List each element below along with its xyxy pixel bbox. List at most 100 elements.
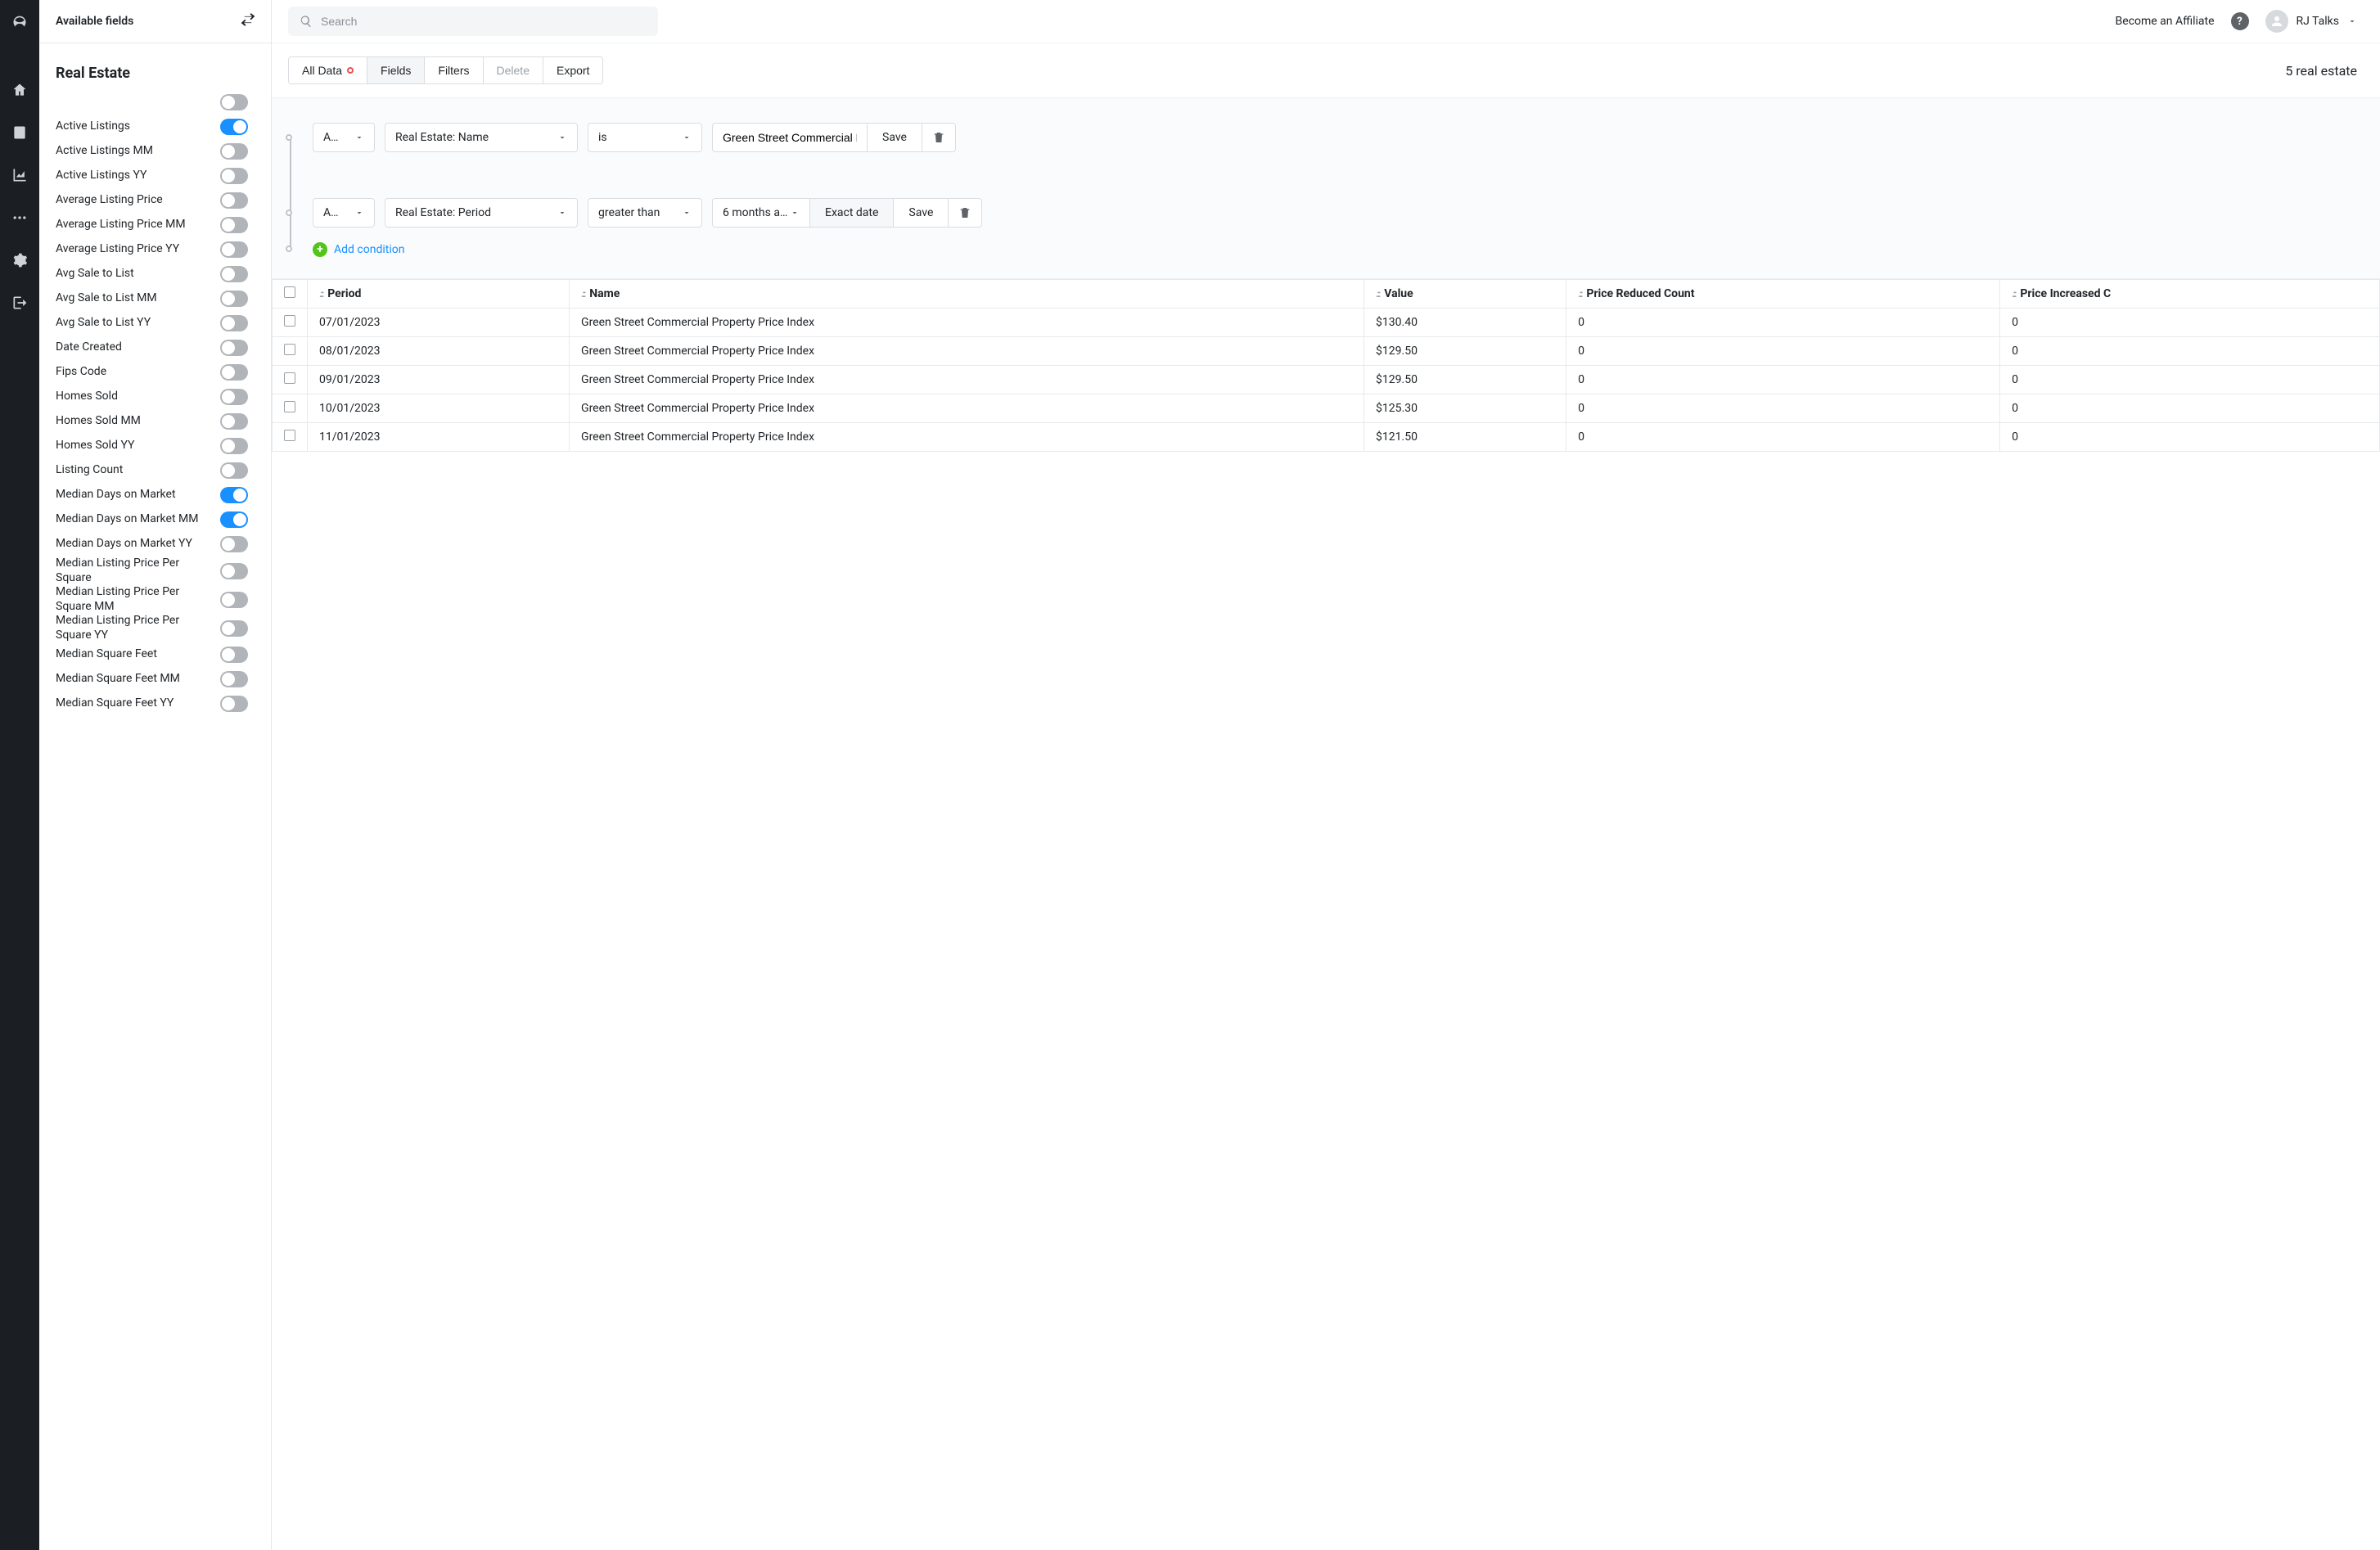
field-toggle[interactable]: [220, 389, 248, 405]
field-label: Homes Sold: [56, 390, 123, 404]
field-toggle[interactable]: [220, 241, 248, 258]
value-select[interactable]: 6 months ago: [712, 198, 810, 228]
tab-filters[interactable]: Filters: [424, 56, 483, 84]
exact-date-button[interactable]: Exact date: [809, 198, 894, 228]
logic-select[interactable]: A…: [313, 123, 375, 152]
tab-fields[interactable]: Fields: [367, 56, 425, 84]
sort-icon: .::: [1376, 288, 1379, 300]
sidebar: Available fields Real Estate Active List…: [39, 0, 272, 1550]
affiliate-link[interactable]: Become an Affiliate: [2116, 15, 2215, 28]
delete-filter-button[interactable]: [922, 123, 956, 152]
search-input[interactable]: [321, 15, 647, 28]
more-icon[interactable]: [10, 208, 29, 228]
column-header[interactable]: .::Price Reduced Count: [1566, 280, 2000, 309]
field-label: Fips Code: [56, 365, 111, 380]
field-toggle[interactable]: [220, 487, 248, 503]
cell-value: $125.30: [1364, 394, 1566, 423]
delete-filter-button[interactable]: [948, 198, 982, 228]
swap-icon[interactable]: [240, 11, 256, 31]
field-toggle[interactable]: [220, 462, 248, 479]
field-toggle[interactable]: [220, 647, 248, 663]
field-toggle[interactable]: [220, 217, 248, 233]
field-toggle[interactable]: [220, 143, 248, 160]
sort-icon: .::: [319, 288, 322, 300]
field-label: Median Square Feet YY: [56, 696, 178, 711]
user-menu[interactable]: RJ Talks: [2265, 10, 2357, 33]
save-button[interactable]: Save: [867, 123, 922, 152]
field-toggle[interactable]: [220, 340, 248, 356]
notebook-icon[interactable]: [10, 123, 29, 142]
column-header[interactable]: .::Value: [1364, 280, 1566, 309]
help-icon[interactable]: ?: [2231, 12, 2249, 30]
select-all-checkbox[interactable]: [284, 286, 295, 298]
field-label: Avg Sale to List YY: [56, 316, 156, 331]
home-icon[interactable]: [10, 80, 29, 100]
add-condition-button[interactable]: + Add condition: [313, 242, 2357, 257]
field-toggle[interactable]: [220, 413, 248, 430]
sort-icon: .::: [581, 288, 584, 300]
search-icon: [300, 15, 313, 28]
cell-pic: 0: [2000, 309, 2380, 337]
cell-name: Green Street Commercial Property Price I…: [570, 309, 1364, 337]
chart-icon[interactable]: [10, 165, 29, 185]
field-toggle[interactable]: [220, 438, 248, 454]
column-header[interactable]: .::Period: [308, 280, 570, 309]
add-condition-label: Add condition: [334, 243, 404, 256]
tab-group: All Data Fields Filters Delete Export: [288, 56, 603, 84]
data-table: .::Period.::Name.::Value.::Price Reduced…: [272, 279, 2380, 452]
field-toggle[interactable]: [220, 364, 248, 381]
row-checkbox[interactable]: [284, 344, 295, 355]
row-checkbox[interactable]: [284, 401, 295, 412]
field-select[interactable]: Real Estate: Period: [385, 198, 578, 228]
field-row: Date Created: [56, 336, 268, 360]
field-toggle[interactable]: [220, 291, 248, 307]
row-checkbox[interactable]: [284, 372, 295, 384]
field-row: Listing Count: [56, 458, 268, 483]
field-toggle[interactable]: [220, 94, 248, 110]
table-row: 09/01/2023Green Street Commercial Proper…: [273, 366, 2380, 394]
field-toggle[interactable]: [220, 315, 248, 331]
logo-icon[interactable]: [10, 13, 29, 33]
field-toggle[interactable]: [220, 671, 248, 687]
row-select-cell: [273, 337, 308, 366]
field-toggle[interactable]: [220, 168, 248, 184]
field-toggle[interactable]: [220, 696, 248, 712]
chevron-down-icon: [2347, 16, 2357, 26]
save-button[interactable]: Save: [893, 198, 949, 228]
field-toggle[interactable]: [220, 592, 248, 608]
search-box[interactable]: [288, 7, 658, 36]
field-row: Median Listing Price Per Square MM: [56, 585, 268, 614]
logic-select[interactable]: A…: [313, 198, 375, 228]
operator-select[interactable]: greater than: [588, 198, 702, 228]
field-row: Median Days on Market: [56, 483, 268, 507]
field-toggle[interactable]: [220, 563, 248, 579]
field-label: Median Listing Price Per Square YY: [56, 614, 220, 642]
field-row: Homes Sold: [56, 385, 268, 409]
field-toggle[interactable]: [220, 119, 248, 135]
tab-delete[interactable]: Delete: [483, 56, 543, 84]
row-select-cell: [273, 423, 308, 452]
field-toggle[interactable]: [220, 192, 248, 209]
column-header[interactable]: .::Price Increased C: [2000, 280, 2380, 309]
logout-icon[interactable]: [10, 293, 29, 313]
tab-export[interactable]: Export: [543, 56, 603, 84]
operator-select[interactable]: is: [588, 123, 702, 152]
row-checkbox[interactable]: [284, 315, 295, 327]
cell-value: $121.50: [1364, 423, 1566, 452]
column-header[interactable]: .::Name: [570, 280, 1364, 309]
sort-icon: .::: [1578, 288, 1581, 300]
field-toggle[interactable]: [220, 266, 248, 282]
tab-all-data[interactable]: All Data: [288, 56, 367, 84]
field-toggle[interactable]: [220, 536, 248, 552]
cell-name: Green Street Commercial Property Price I…: [570, 366, 1364, 394]
gear-icon[interactable]: [10, 250, 29, 270]
field-toggle[interactable]: [220, 511, 248, 528]
cell-value: $129.50: [1364, 366, 1566, 394]
table-row: 07/01/2023Green Street Commercial Proper…: [273, 309, 2380, 337]
field-toggle[interactable]: [220, 620, 248, 637]
field-select[interactable]: Real Estate: Name: [385, 123, 578, 152]
field-label: Homes Sold MM: [56, 414, 146, 429]
value-input[interactable]: [712, 123, 868, 152]
row-checkbox[interactable]: [284, 430, 295, 441]
field-row: Homes Sold YY: [56, 434, 268, 458]
